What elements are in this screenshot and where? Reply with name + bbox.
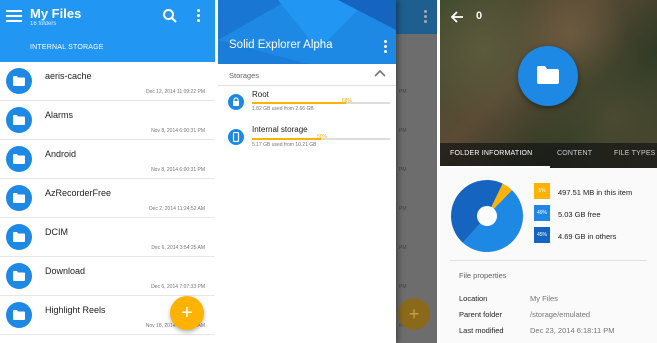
- folder-name: AzRecorderFree: [45, 188, 112, 198]
- storage-name: Internal storage: [252, 125, 308, 134]
- breadcrumb[interactable]: INTERNAL STORAGE: [30, 44, 104, 51]
- usage-text: 5.17 GB used from 10.21 GB: [252, 142, 317, 148]
- folder-list: aeris-cache Dec 12, 2014 11:09:22 PM Alarm…: [0, 62, 215, 335]
- pie-center: [477, 206, 497, 226]
- properties-heading: File properties: [459, 271, 507, 280]
- folder-date: Nov 8, 2014 6:00:31 PM: [151, 128, 205, 134]
- usage-text: 1.82 GB used from 2.66 GB: [252, 106, 314, 112]
- property-value: /storage/emulated: [530, 310, 591, 319]
- property-key: Last modified: [459, 326, 504, 335]
- legend-label: 4.69 GB in others: [558, 232, 617, 241]
- dimmed-date: PM: [399, 128, 407, 134]
- dimmed-date: PM: [399, 167, 407, 173]
- chevron-up-icon[interactable]: [373, 68, 387, 78]
- usage-fill: [252, 138, 321, 140]
- more-options-icon[interactable]: [194, 9, 202, 25]
- property-value: My Files: [530, 294, 558, 303]
- folder-icon: [6, 263, 32, 289]
- usage-fill: [252, 102, 346, 104]
- folder-icon: [6, 146, 32, 172]
- folder-date: Dec 6, 2014 7:07:33 PM: [151, 284, 205, 290]
- add-fab-button[interactable]: +: [170, 296, 204, 330]
- storage-pie-chart: [451, 180, 523, 253]
- dimmed-more-icon: [422, 10, 428, 24]
- drawer-header: Solid Explorer Alpha: [218, 0, 396, 64]
- usage-percent: 68%: [341, 98, 352, 104]
- list-item[interactable]: AzRecorderFree Dec 2, 2014 11:24:52 AM: [0, 179, 215, 218]
- navigation-drawer-screen: PM PM PM PM PM PM PM + Solid Explorer Al…: [218, 0, 437, 343]
- list-item[interactable]: DCIM Dec 6, 2014 3:54:25 AM: [0, 218, 215, 257]
- folder-date: Dec 6, 2014 3:54:25 AM: [151, 245, 205, 251]
- drawer-title: Solid Explorer Alpha: [229, 39, 333, 51]
- tab-content[interactable]: CONTENT: [557, 150, 592, 157]
- legend-swatch: 5%: [534, 183, 550, 199]
- dimmed-date: PM: [399, 245, 407, 251]
- tab-file-types[interactable]: FILE TYPES: [614, 150, 656, 157]
- folder-icon: [6, 107, 32, 133]
- folder-date: Dec 2, 2014 11:24:52 AM: [148, 206, 205, 212]
- divider: [450, 260, 647, 261]
- app-title: My Files: [30, 6, 82, 21]
- folder-icon: [6, 302, 32, 328]
- storages-heading: Storages: [229, 71, 260, 80]
- storage-name: Root: [252, 90, 269, 99]
- legend-label: 5.03 GB free: [558, 210, 601, 219]
- storage-usage-bar: [252, 102, 390, 104]
- list-item[interactable]: Android Nov 8, 2014 6:00:31 PM: [0, 140, 215, 179]
- more-options-icon[interactable]: [381, 40, 389, 54]
- back-arrow-icon[interactable]: [450, 10, 464, 24]
- dimmed-date: PM: [399, 206, 407, 212]
- folder-date: Nov 8, 2014 6:00:31 PM: [151, 167, 205, 173]
- property-key: Location: [459, 294, 488, 303]
- menu-icon[interactable]: [6, 8, 22, 24]
- folder-name: DCIM: [45, 227, 68, 237]
- folder-name: aeris-cache: [45, 71, 92, 81]
- dimmed-date: PM: [399, 284, 407, 290]
- selection-count: 0: [476, 10, 483, 22]
- folder-name: Highlight Reels: [45, 305, 106, 315]
- folder-name: Alarms: [45, 110, 74, 120]
- lock-icon: [228, 94, 244, 110]
- property-value: Dec 23, 2014 6:18:11 PM: [530, 326, 615, 335]
- list-item[interactable]: Alarms Nov 8, 2014 6:00:31 PM: [0, 101, 215, 140]
- my-files-screen: My Files 16 folders INTERNAL STORAGE aer…: [0, 0, 215, 343]
- phone-icon: [228, 129, 244, 145]
- folder-icon: [6, 224, 32, 250]
- folder-name: Download: [45, 266, 86, 276]
- property-key: Parent folder: [459, 310, 502, 319]
- tab-bar: FOLDER INFORMATION CONTENT FILE TYPES: [440, 143, 657, 168]
- dimmed-date: PM: [399, 89, 407, 95]
- legend-label: 497.51 MB in this item: [558, 188, 633, 197]
- legend-swatch: 49%: [534, 205, 550, 221]
- folder-name: Android: [45, 149, 77, 159]
- screenshot-collage: My Files 16 folders INTERNAL STORAGE aer…: [0, 0, 657, 343]
- active-tab-indicator: [440, 166, 550, 168]
- search-icon[interactable]: [162, 8, 178, 24]
- usage-percent: 50%: [317, 134, 328, 140]
- list-item[interactable]: Download Dec 6, 2014 7:07:33 PM: [0, 257, 215, 296]
- folder-icon: [518, 46, 578, 106]
- app-bar: My Files 16 folders INTERNAL STORAGE: [0, 0, 215, 62]
- folder-date: Dec 12, 2014 11:09:22 PM: [145, 89, 205, 95]
- folder-icon: [6, 68, 32, 94]
- list-item[interactable]: aeris-cache Dec 12, 2014 11:09:22 PM: [0, 62, 215, 101]
- dimmed-fab: +: [398, 298, 430, 330]
- header-pattern: [218, 0, 396, 64]
- navigation-drawer: Solid Explorer Alpha Storages Root 68% 1…: [218, 0, 396, 343]
- divider: [218, 85, 396, 86]
- legend-swatch: 45%: [534, 227, 550, 243]
- folder-icon: [6, 185, 32, 211]
- tab-folder-information[interactable]: FOLDER INFORMATION: [450, 150, 532, 157]
- folder-count: 16 folders: [30, 21, 57, 27]
- folder-info-screen: 0 FOLDER INFORMATION CONTENT FILE TYPES …: [440, 0, 657, 343]
